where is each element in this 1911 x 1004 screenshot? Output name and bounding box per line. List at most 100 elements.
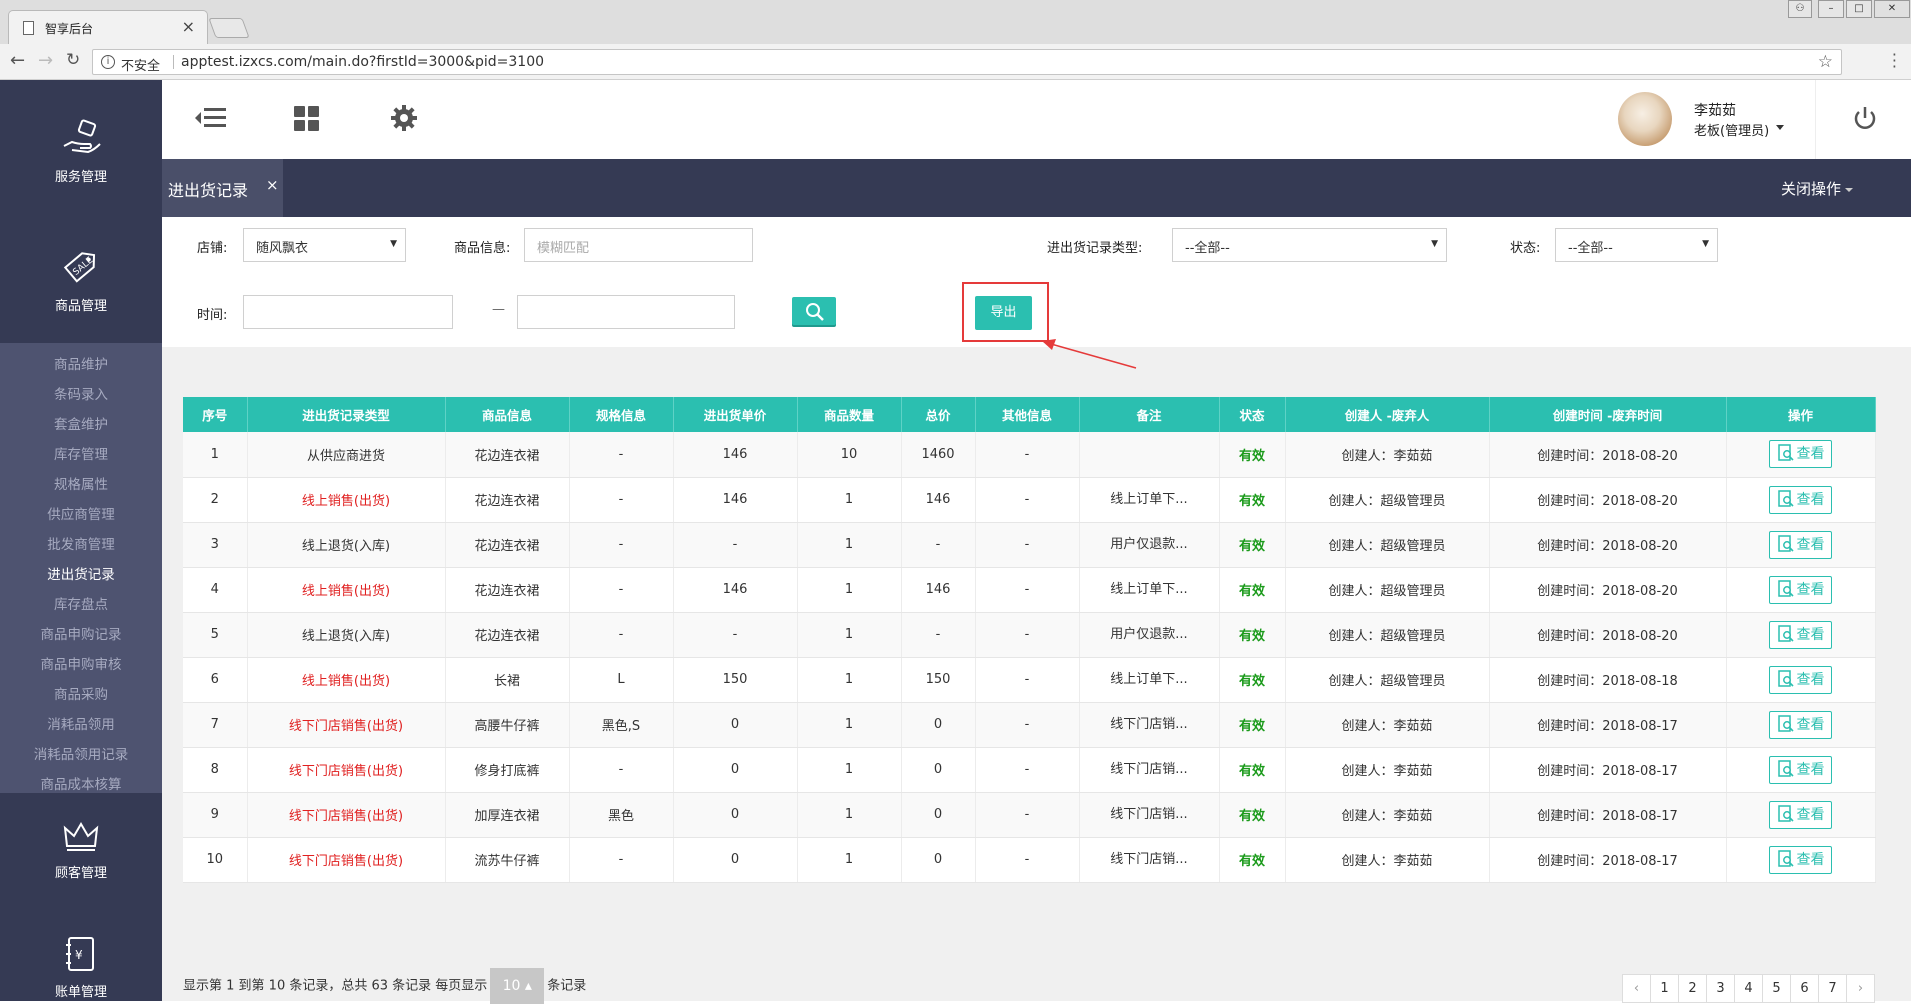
sidebar-item-customers[interactable]: 顾客管理	[0, 816, 162, 881]
tab-inout-records[interactable]: 进出货记录 ×	[162, 159, 283, 217]
total-cell: 0	[901, 702, 976, 748]
total-cell: 1460	[901, 432, 976, 478]
sidebar-sub-item[interactable]: 商品成本核算	[0, 770, 162, 800]
note-cell: 线上订单下...	[1079, 477, 1220, 523]
sidebar-sub-item[interactable]: 库存盘点	[0, 590, 162, 620]
page-button[interactable]: 5	[1762, 974, 1791, 1003]
row-number: 3	[183, 522, 248, 568]
sidebar-sub-item[interactable]: 消耗品领用记录	[0, 740, 162, 770]
start-date-input[interactable]	[243, 295, 453, 329]
quantity-cell: 1	[797, 837, 902, 883]
sidebar-sub-item[interactable]: 批发商管理	[0, 530, 162, 560]
total-cell: 0	[901, 747, 976, 793]
total-cell: 146	[901, 477, 976, 523]
close-window-icon[interactable]: ✕	[1874, 0, 1910, 18]
sidebar-item-service[interactable]: 服务管理	[0, 118, 162, 185]
view-button[interactable]: 查看	[1769, 575, 1832, 604]
view-button[interactable]: 查看	[1769, 485, 1832, 514]
other-info-cell: -	[975, 522, 1080, 568]
record-type-select[interactable]: --全部-- ▼	[1172, 228, 1447, 262]
view-button[interactable]: 查看	[1769, 845, 1832, 874]
page-button[interactable]: 1	[1650, 974, 1679, 1003]
sidebar-sub-item[interactable]: 商品申购审核	[0, 650, 162, 680]
records-table-wrap: 序号 进出货记录类型 商品信息 规格信息 进出货单价 商品数量 总价 其他信息 …	[183, 397, 1876, 883]
page-button[interactable]: 7	[1818, 974, 1847, 1003]
view-button[interactable]: 查看	[1769, 665, 1832, 694]
sidebar-sub-item[interactable]: 条码录入	[0, 380, 162, 410]
operation-cell: 查看	[1726, 612, 1876, 658]
forward-icon[interactable]: →	[38, 50, 53, 71]
close-operations-dropdown[interactable]: 关闭操作	[1781, 178, 1853, 199]
user-role[interactable]: 老板(管理员)	[1694, 120, 1769, 139]
price-cell: 0	[673, 837, 798, 883]
browser-tab[interactable]: 智享后台 ×	[8, 10, 208, 44]
status-cell: 有效	[1219, 522, 1286, 568]
view-button[interactable]: 查看	[1769, 755, 1832, 784]
apps-grid-icon[interactable]	[294, 106, 320, 132]
reload-icon[interactable]: ↻	[66, 50, 80, 70]
user-name[interactable]: 李茹茹	[1694, 100, 1736, 120]
sidebar-sub-item-active[interactable]: 进出货记录	[0, 560, 162, 590]
created-time-cell: 创建时间：2018-08-20	[1489, 477, 1727, 523]
sidebar-item-bills[interactable]: ¥ 账单管理	[0, 935, 162, 1000]
close-icon[interactable]: ×	[266, 176, 279, 194]
view-button[interactable]: 查看	[1769, 710, 1832, 739]
caret-down-icon[interactable]	[1776, 125, 1784, 130]
tab-close-icon[interactable]: ×	[182, 17, 195, 36]
avatar[interactable]	[1618, 92, 1672, 146]
page-button[interactable]: 3	[1706, 974, 1735, 1003]
page-button[interactable]: 6	[1790, 974, 1819, 1003]
next-page-button[interactable]: ›	[1846, 974, 1875, 1003]
page-size-select[interactable]: 10 ▴	[490, 968, 545, 1004]
view-button-label: 查看	[1796, 581, 1825, 598]
records-table: 序号 进出货记录类型 商品信息 规格信息 进出货单价 商品数量 总价 其他信息 …	[183, 397, 1876, 883]
page-button[interactable]: 2	[1678, 974, 1707, 1003]
sidebar-sub-item[interactable]: 库存管理	[0, 440, 162, 470]
export-button[interactable]: 导出	[975, 296, 1032, 330]
sidebar-sub-item[interactable]: 规格属性	[0, 470, 162, 500]
other-info-cell: -	[975, 477, 1080, 523]
view-button-label: 查看	[1796, 806, 1825, 823]
power-icon[interactable]	[1852, 105, 1878, 133]
price-cell: -	[673, 612, 798, 658]
view-button[interactable]: 查看	[1769, 620, 1832, 649]
store-select[interactable]: 随风飘衣 ▼	[243, 228, 406, 262]
status-cell: 有效	[1219, 657, 1286, 703]
prev-page-button[interactable]: ‹	[1622, 974, 1651, 1003]
sidebar-sub-item[interactable]: 套盒维护	[0, 410, 162, 440]
back-icon[interactable]: ←	[10, 50, 25, 71]
created-time-cell: 创建时间：2018-08-17	[1489, 792, 1727, 838]
profile-icon[interactable]: ⚇	[1788, 0, 1812, 18]
view-button[interactable]: 查看	[1769, 440, 1832, 469]
view-button[interactable]: 查看	[1769, 800, 1832, 829]
bookmark-star-icon[interactable]: ☆	[1818, 52, 1833, 72]
status-label: 状态:	[1510, 241, 1541, 256]
operation-cell: 查看	[1726, 477, 1876, 523]
status-select[interactable]: --全部-- ▼	[1555, 228, 1718, 262]
sidebar-sub-item[interactable]: 商品申购记录	[0, 620, 162, 650]
info-icon[interactable]: i	[101, 55, 115, 69]
view-button-label: 查看	[1796, 716, 1825, 733]
sidebar-sub-item[interactable]: 商品维护	[0, 350, 162, 380]
sidebar-sub-item[interactable]: 商品采购	[0, 680, 162, 710]
url-text[interactable]: apptest.izxcs.com/main.do?firstId=3000&p…	[181, 54, 544, 70]
address-bar[interactable]: i 不安全 apptest.izxcs.com/main.do?firstId=…	[92, 49, 1842, 75]
browser-menu-icon[interactable]: · · ·	[1892, 47, 1897, 75]
page-button[interactable]: 4	[1734, 974, 1763, 1003]
sidebar-sub-item[interactable]: 供应商管理	[0, 500, 162, 530]
maximize-icon[interactable]: □	[1846, 0, 1872, 18]
creator-cell: 创建人：李茹茹	[1285, 702, 1490, 748]
search-button[interactable]	[792, 297, 836, 325]
status-cell: 有效	[1219, 747, 1286, 793]
note-cell: 线下门店销...	[1079, 792, 1220, 838]
goods-search-input[interactable]: 模糊匹配	[524, 228, 753, 262]
gear-icon[interactable]	[390, 104, 418, 132]
minimize-icon[interactable]: –	[1818, 0, 1844, 18]
view-button[interactable]: 查看	[1769, 530, 1832, 559]
new-tab-button[interactable]	[208, 18, 250, 38]
end-date-input[interactable]	[517, 295, 735, 329]
sidebar-item-goods[interactable]: SALE 商品管理	[0, 243, 162, 314]
collapse-menu-icon[interactable]	[188, 102, 232, 134]
sidebar-sub-item[interactable]: 消耗品领用	[0, 710, 162, 740]
goods-cell: 花边连衣裙	[445, 612, 570, 658]
